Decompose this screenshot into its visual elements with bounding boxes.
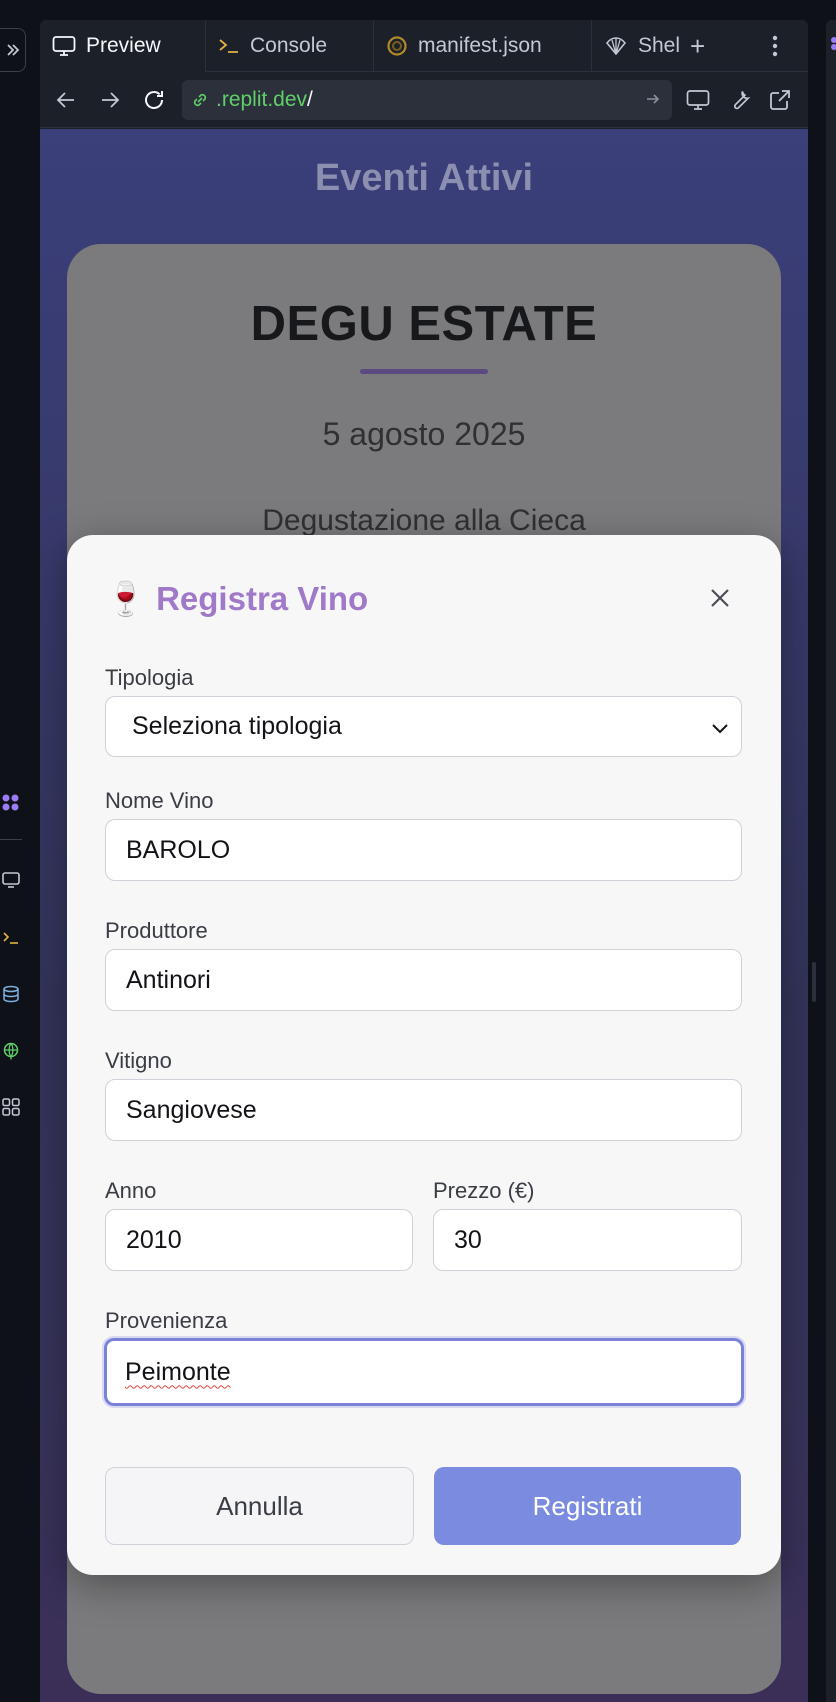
tab-preview[interactable]: Preview xyxy=(40,20,206,72)
globe-icon[interactable] xyxy=(0,1040,22,1062)
app-root: Preview Console manifest.json Shel + .re… xyxy=(0,0,836,1702)
tab-shell[interactable]: Shel xyxy=(592,20,692,72)
double-chevron-right-icon xyxy=(7,44,20,56)
modal-title-text: Registra Vino xyxy=(156,580,369,617)
terminal-icon[interactable] xyxy=(0,927,22,949)
preview-pane: Preview Console manifest.json Shel + .re… xyxy=(40,20,808,1702)
nome-vino-value: BAROLO xyxy=(126,835,231,864)
provenienza-value: Peimonte xyxy=(125,1357,231,1386)
tab-label: Shel xyxy=(637,34,680,57)
database-icon[interactable] xyxy=(0,983,22,1005)
chevron-down-icon xyxy=(712,724,728,734)
event-name: DEGU ESTATE xyxy=(250,297,598,351)
wine-glass-icon: 🍷 xyxy=(105,579,147,617)
anno-label: Anno xyxy=(105,1178,157,1203)
agent-icon[interactable] xyxy=(0,792,22,814)
modal-title: 🍷 Registra Vino xyxy=(105,577,368,621)
close-icon xyxy=(711,589,729,607)
tab-console[interactable]: Console xyxy=(206,20,374,72)
terminal-icon xyxy=(219,39,238,53)
register-wine-modal: 🍷 Registra Vino Tipologia Seleziona tipo… xyxy=(67,535,781,1575)
produttore-label: Produttore xyxy=(105,918,208,943)
provenienza-label: Provenienza xyxy=(105,1308,228,1333)
url-field[interactable]: .replit.dev/ xyxy=(182,80,672,120)
devtools-wrench-icon[interactable] xyxy=(726,86,754,114)
json-icon xyxy=(387,36,407,56)
vitigno-input[interactable]: Sangiovese xyxy=(105,1079,742,1141)
rail-divider xyxy=(0,839,22,840)
monitor-icon xyxy=(52,36,76,56)
agent-icon xyxy=(831,37,836,50)
tab-bar: Preview Console manifest.json Shel + xyxy=(40,20,808,72)
reload-icon[interactable] xyxy=(140,86,168,114)
tab-manifest-json[interactable]: manifest.json xyxy=(374,20,592,72)
event-date: 5 agosto 2025 xyxy=(322,416,526,452)
tab-label: Preview xyxy=(86,34,161,57)
apps-grid-icon[interactable] xyxy=(0,1096,22,1118)
tab-label: Console xyxy=(250,34,328,57)
event-underline xyxy=(360,369,488,374)
page-title: Eventi Attivi xyxy=(314,157,534,199)
event-description: Degustazione alla Cieca xyxy=(262,504,586,537)
produttore-value: Antinori xyxy=(126,965,211,994)
register-button[interactable]: Registrati xyxy=(434,1467,741,1545)
expand-sidebar-button[interactable] xyxy=(0,28,26,72)
close-button[interactable] xyxy=(703,581,737,615)
shell-icon xyxy=(605,37,626,56)
nome-vino-input[interactable]: BAROLO xyxy=(105,819,742,881)
tab-label: manifest.json xyxy=(418,34,542,57)
url-bar: .replit.dev/ xyxy=(40,72,808,128)
app-viewport: Eventi Attivi DEGU ESTATE 5 agosto 2025 … xyxy=(40,129,808,1702)
anno-input[interactable]: 2010 xyxy=(105,1209,413,1271)
url-host: .replit.dev xyxy=(216,88,308,111)
url-path: / xyxy=(307,88,313,111)
cancel-button[interactable]: Annulla xyxy=(105,1467,414,1545)
back-icon[interactable] xyxy=(52,86,80,114)
vitigno-value: Sangiovese xyxy=(126,1095,257,1124)
monitor-icon[interactable] xyxy=(0,869,22,891)
anno-value: 2010 xyxy=(126,1225,182,1254)
pane-resize-handle[interactable] xyxy=(812,962,816,1002)
nome-vino-label: Nome Vino xyxy=(105,788,214,813)
more-options-icon[interactable] xyxy=(772,20,778,72)
tipologia-value: Seleziona tipologia xyxy=(132,712,342,740)
right-strip xyxy=(812,0,836,1702)
vitigno-label: Vitigno xyxy=(105,1048,172,1073)
link-icon xyxy=(193,93,207,107)
tipologia-label: Tipologia xyxy=(105,665,194,690)
adjacent-panel xyxy=(826,20,836,1702)
provenienza-input[interactable]: Peimonte xyxy=(104,1338,744,1406)
tipologia-select[interactable]: Seleziona tipologia xyxy=(105,696,742,757)
add-tab-button[interactable]: + xyxy=(690,20,705,72)
produttore-input[interactable]: Antinori xyxy=(105,949,742,1011)
arrow-right-icon[interactable] xyxy=(644,90,662,108)
left-rail xyxy=(0,0,40,1702)
prezzo-value: 30 xyxy=(454,1225,482,1254)
open-external-icon[interactable] xyxy=(766,86,794,114)
prezzo-input[interactable]: 30 xyxy=(433,1209,742,1271)
forward-icon[interactable] xyxy=(96,86,124,114)
prezzo-label: Prezzo (€) xyxy=(433,1178,535,1203)
device-preview-icon[interactable] xyxy=(684,86,712,114)
